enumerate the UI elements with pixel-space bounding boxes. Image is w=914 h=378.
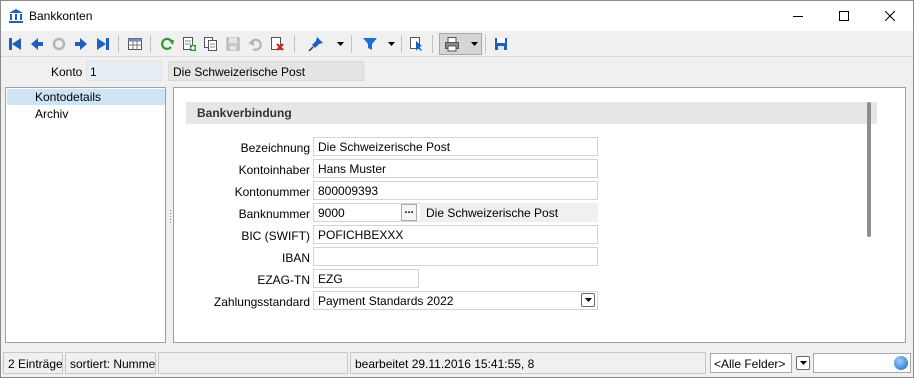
splitter-handle[interactable] (169, 209, 172, 225)
filter-dropdown-icon[interactable] (386, 34, 396, 54)
cursor-icon[interactable] (407, 34, 427, 54)
disabled-refresh-icon[interactable] (49, 34, 69, 54)
status-edited: bearbeitet 29.11.2016 15:41:55, 8 (350, 352, 706, 374)
status-entry-count: 2 Einträge (3, 352, 63, 374)
bank-icon (8, 8, 24, 24)
konto-number-input[interactable]: 1 (86, 61, 162, 81)
bezeichnung-label: Bezeichnung (240, 141, 310, 155)
close-button[interactable] (867, 1, 913, 31)
save-disk-icon[interactable] (491, 34, 511, 54)
print-icon[interactable] (442, 34, 462, 54)
first-record-icon[interactable] (5, 34, 25, 54)
print-dropdown-icon[interactable] (469, 34, 479, 54)
kontoinhaber-field[interactable]: Hans Muster (313, 159, 598, 178)
konto-name-display: Die Schweizerische Post (168, 61, 364, 81)
zahlungsstandard-label: Zahlungsstandard (213, 295, 310, 309)
save-icon[interactable] (223, 34, 243, 54)
bankkonten-window: Bankkonten Konto 1 Die Schweizerische Po… (0, 0, 914, 378)
minimize-button[interactable] (775, 1, 821, 31)
ezag-field[interactable]: EZG (313, 269, 419, 288)
table-view-icon[interactable] (125, 34, 145, 54)
ezag-label: EZAG-TN (257, 273, 310, 287)
bank-lookup-button[interactable]: ... (401, 204, 417, 221)
vertical-scrollbar[interactable] (867, 102, 871, 237)
next-record-icon[interactable] (71, 34, 91, 54)
status-sort-order: sortiert: Nummer (65, 352, 156, 374)
pin-icon[interactable] (306, 34, 326, 54)
section-header: Bankverbindung (186, 102, 877, 124)
copy-record-icon[interactable] (201, 34, 221, 54)
bank-name-display: Die Schweizerische Post (420, 203, 598, 222)
previous-record-icon[interactable] (27, 34, 47, 54)
pin-dropdown-icon[interactable] (335, 34, 345, 54)
refresh-icon[interactable] (157, 34, 177, 54)
nav-item-kontodetails[interactable]: Kontodetails (7, 89, 165, 105)
toolbar (1, 31, 913, 57)
status-bar: 2 Einträge sortiert: Nummer bearbeitet 2… (1, 349, 913, 377)
last-record-icon[interactable] (93, 34, 113, 54)
window-title: Bankkonten (29, 9, 93, 23)
search-input[interactable] (813, 353, 911, 373)
bic-label: BIC (SWIFT) (241, 229, 310, 243)
filter-icon[interactable] (360, 34, 380, 54)
iban-label: IBAN (281, 251, 310, 265)
kontoinhaber-label: Kontoinhaber (238, 163, 310, 177)
detail-panel: Bankverbindung Bezeichnung Die Schweizer… (173, 87, 906, 343)
konto-label: Konto (51, 65, 83, 79)
maximize-button[interactable] (821, 1, 867, 31)
section-navigation: Kontodetails Archiv (5, 87, 166, 343)
kontonummer-field[interactable]: 800009393 (313, 181, 598, 200)
globe-icon[interactable] (894, 356, 908, 370)
bezeichnung-field[interactable]: Die Schweizerische Post (313, 137, 598, 156)
field-select-dropdown-icon[interactable] (796, 356, 810, 370)
new-record-icon[interactable] (179, 34, 199, 54)
delete-icon[interactable] (267, 34, 287, 54)
nav-item-archiv[interactable]: Archiv (7, 106, 165, 122)
iban-field[interactable] (313, 247, 598, 266)
title-bar: Bankkonten (1, 1, 913, 31)
kontonummer-label: Kontonummer (234, 185, 310, 199)
section-title: Bankverbindung (197, 106, 292, 120)
field-select[interactable]: <Alle Felder> (710, 353, 792, 373)
bic-field[interactable]: POFICHBEXXX (313, 225, 598, 244)
banknummer-label: Banknummer (238, 207, 310, 221)
undo-icon[interactable] (245, 34, 265, 54)
zahlungsstandard-select[interactable]: Payment Standards 2022 (313, 291, 598, 310)
status-empty-cell (158, 352, 348, 374)
chevron-down-icon[interactable] (581, 293, 595, 307)
